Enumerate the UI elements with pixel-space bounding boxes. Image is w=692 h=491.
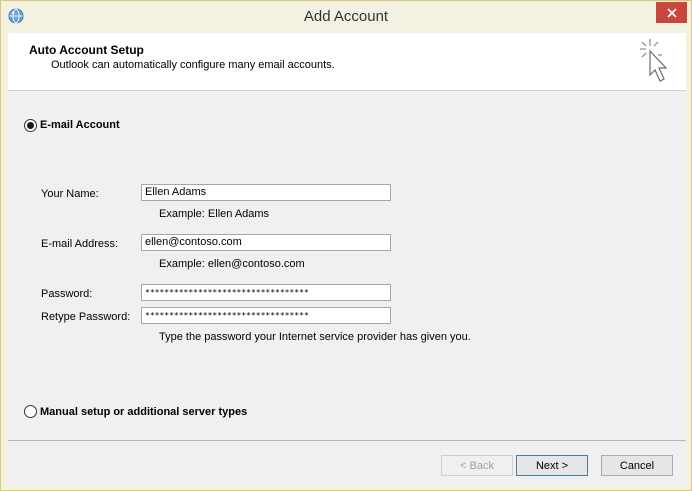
retype-password-input[interactable]: ********************************** — [141, 307, 391, 324]
wizard-cursor-icon — [640, 39, 668, 82]
close-icon — [666, 7, 677, 18]
wizard-footer: < Back Next > Cancel — [8, 440, 686, 485]
title-bar: Add Account — [1, 1, 691, 32]
your-name-input[interactable]: Ellen Adams — [141, 184, 391, 201]
password-label: Password: — [41, 288, 93, 300]
cancel-button[interactable]: Cancel — [601, 455, 673, 476]
manual-setup-label[interactable]: Manual setup or additional server types — [40, 406, 247, 418]
header-subtitle: Outlook can automatically configure many… — [51, 59, 335, 71]
window-title: Add Account — [303, 8, 389, 25]
password-hint: Type the password your Internet service … — [159, 331, 471, 343]
your-name-label: Your Name: — [41, 188, 99, 200]
manual-setup-radio[interactable] — [24, 405, 37, 418]
add-account-window: Add Account Auto Account Setup Outlook c… — [0, 0, 692, 491]
email-account-label[interactable]: E-mail Account — [40, 119, 120, 131]
email-account-radio[interactable] — [24, 119, 37, 132]
header-title: Auto Account Setup — [29, 43, 144, 57]
email-address-label: E-mail Address: — [41, 238, 119, 250]
wizard-body: E-mail Account Your Name: Ellen Adams Ex… — [8, 91, 686, 440]
password-input[interactable]: ********************************** — [141, 284, 391, 301]
close-button[interactable] — [656, 2, 687, 23]
email-address-example: Example: ellen@contoso.com — [159, 258, 305, 270]
next-button[interactable]: Next > — [516, 455, 588, 476]
retype-password-label: Retype Password: — [41, 311, 131, 323]
back-button[interactable]: < Back — [441, 455, 513, 476]
your-name-example: Example: Ellen Adams — [159, 208, 270, 220]
email-address-input[interactable]: ellen@contoso.com — [141, 234, 391, 251]
wizard-header: Auto Account Setup Outlook can automatic… — [8, 33, 686, 91]
